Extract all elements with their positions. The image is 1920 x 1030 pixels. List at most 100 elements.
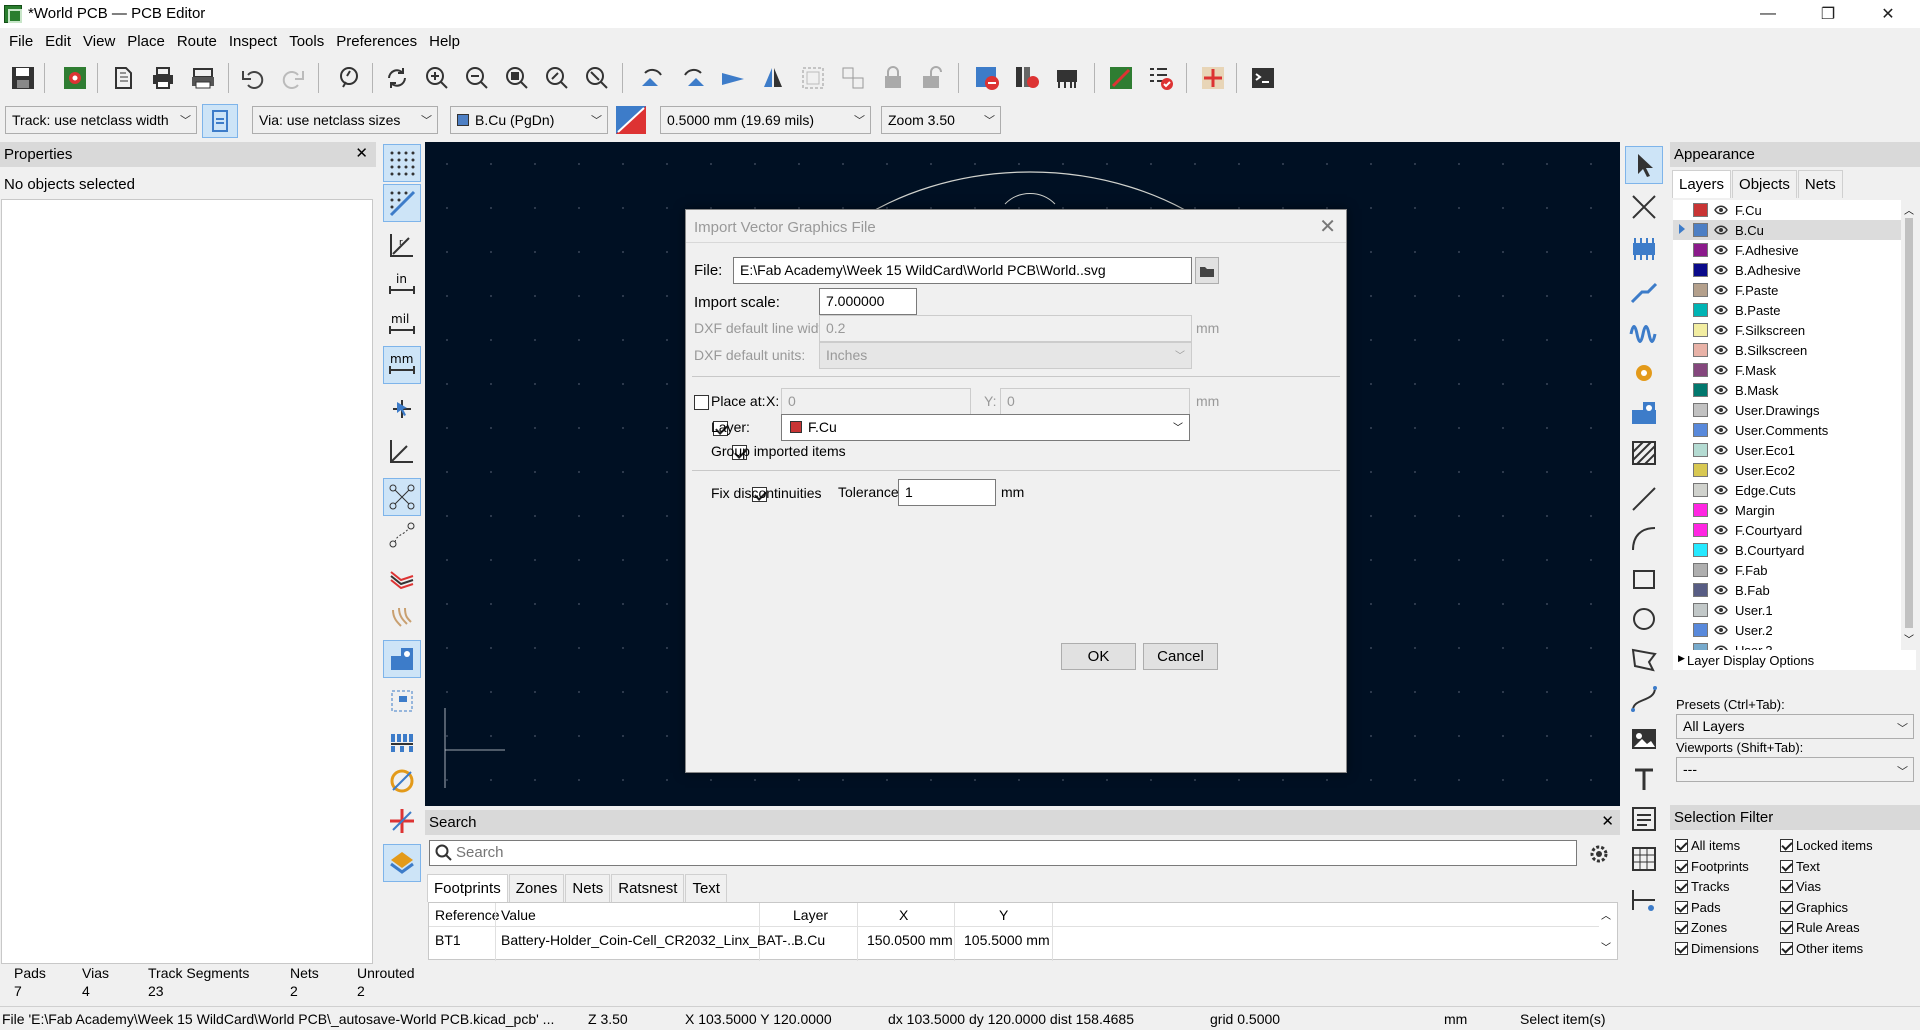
layer-row[interactable]: B.Fab [1673, 580, 1901, 600]
visibility-eye-icon[interactable] [1714, 364, 1728, 376]
visibility-eye-icon[interactable] [1714, 464, 1728, 476]
filter-item[interactable]: Text [1780, 859, 1820, 874]
cancel-button[interactable]: Cancel [1143, 643, 1218, 670]
layer-row[interactable]: B.Adhesive [1673, 260, 1901, 280]
visibility-eye-icon[interactable] [1714, 444, 1728, 456]
layer-color-swatch[interactable] [1693, 323, 1708, 337]
add-text-icon[interactable] [1625, 760, 1663, 798]
layer-color-swatch[interactable] [1693, 303, 1708, 317]
visibility-eye-icon[interactable] [1714, 324, 1728, 336]
col-value[interactable]: Value [501, 907, 536, 923]
add-dimension-icon[interactable] [1625, 880, 1663, 918]
layer-color-swatch[interactable] [1693, 403, 1708, 417]
millimeters-icon[interactable]: mm [383, 346, 421, 384]
layer-row[interactable]: F.Adhesive [1673, 240, 1901, 260]
filter-checkbox[interactable] [1675, 941, 1688, 955]
visibility-eye-icon[interactable] [1714, 564, 1728, 576]
visibility-eye-icon[interactable] [1714, 404, 1728, 416]
presets-select[interactable]: All Layers ﹀ [1676, 714, 1914, 739]
update-pcb-icon[interactable] [970, 61, 1004, 95]
local-ratsnest-icon[interactable] [1625, 188, 1663, 226]
layer-select[interactable]: B.Cu (PgDn) ﹀ [450, 106, 608, 134]
redo-icon[interactable] [276, 61, 310, 95]
layer-color-swatch[interactable] [1693, 563, 1708, 577]
draw-arc-icon[interactable] [1625, 520, 1663, 558]
pads-fill-icon[interactable] [383, 640, 421, 678]
footprint-library-icon[interactable] [1010, 61, 1044, 95]
filter-checkbox[interactable] [1675, 900, 1688, 914]
rotate-ccw-icon[interactable] [636, 61, 670, 95]
lock-icon[interactable] [876, 61, 910, 95]
menu-inspect[interactable]: Inspect [224, 30, 284, 54]
via-size-select[interactable]: Via: use netclass sizes ﹀ [252, 106, 438, 134]
maximize-button[interactable]: ❐ [1805, 0, 1851, 28]
dialog-close-button[interactable]: ✕ [1319, 214, 1336, 239]
menu-route[interactable]: Route [172, 30, 224, 54]
mirror-icon[interactable] [756, 61, 790, 95]
tab-zones[interactable]: Zones [508, 874, 565, 902]
layer-color-swatch[interactable] [1693, 483, 1708, 497]
visibility-eye-icon[interactable] [1714, 624, 1728, 636]
col-x[interactable]: X [899, 907, 908, 923]
add-image-icon[interactable] [1625, 720, 1663, 758]
layer-row[interactable]: User.Eco2 [1673, 460, 1901, 480]
unlock-icon[interactable] [916, 61, 950, 95]
tab-layers[interactable]: Layers [1672, 170, 1732, 198]
ok-button[interactable]: OK [1061, 643, 1136, 670]
search-field[interactable] [429, 840, 1577, 866]
draw-bezier-icon[interactable] [1625, 680, 1663, 718]
visibility-eye-icon[interactable] [1714, 284, 1728, 296]
tracks-outline-icon[interactable] [383, 722, 421, 760]
layer-color-swatch[interactable] [1693, 583, 1708, 597]
board-setup-icon[interactable] [58, 61, 92, 95]
search-input[interactable] [456, 844, 1556, 861]
page-settings-icon[interactable] [106, 61, 140, 95]
add-footprint-icon[interactable] [1625, 230, 1663, 268]
visibility-eye-icon[interactable] [1714, 424, 1728, 436]
layers-manager-icon[interactable] [383, 844, 421, 882]
vias-outline-icon[interactable] [383, 682, 421, 720]
layer-row[interactable]: User.Eco1 [1673, 440, 1901, 460]
layer-color-swatch[interactable] [1693, 423, 1708, 437]
zoom-in-icon[interactable] [420, 61, 454, 95]
zoom-out-icon[interactable] [460, 61, 494, 95]
tab-ratsnest[interactable]: Ratsnest [611, 874, 685, 902]
layer-row[interactable]: Edge.Cuts [1673, 480, 1901, 500]
grid-toggle-icon[interactable] [383, 144, 421, 182]
layer-color-swatch[interactable] [1693, 623, 1708, 637]
tab-objects[interactable]: Objects [1732, 170, 1797, 198]
visibility-eye-icon[interactable] [1714, 244, 1728, 256]
highlight-ratsnest-icon[interactable] [383, 558, 421, 596]
layer-row[interactable]: F.Mask [1673, 360, 1901, 380]
filter-checkbox[interactable] [1780, 921, 1793, 934]
layer-row[interactable]: B.Mask [1673, 380, 1901, 400]
layer-row[interactable]: B.Paste [1673, 300, 1901, 320]
col-layer[interactable]: Layer [793, 907, 828, 923]
tab-nets[interactable]: Nets [1797, 170, 1843, 198]
filter-item[interactable]: Rule Areas [1780, 920, 1860, 935]
route-track-icon[interactable] [1625, 272, 1663, 310]
layer-color-swatch[interactable] [1693, 243, 1708, 257]
properties-close-button[interactable]: ✕ [355, 144, 368, 162]
tune-length-icon[interactable] [1625, 312, 1663, 350]
tab-text[interactable]: Text [685, 874, 727, 902]
layer-row[interactable]: B.Silkscreen [1673, 340, 1901, 360]
menu-file[interactable]: File [4, 30, 40, 54]
visibility-eye-icon[interactable] [1714, 544, 1728, 556]
layer-color-swatch[interactable] [1693, 543, 1708, 557]
filter-checkbox[interactable] [1675, 859, 1688, 873]
zoom-objects-icon[interactable] [540, 61, 574, 95]
terminal-icon[interactable] [1246, 61, 1280, 95]
filter-item[interactable]: Tracks [1675, 879, 1730, 894]
refresh-icon[interactable] [380, 61, 414, 95]
filter-checkbox[interactable] [1780, 900, 1793, 914]
mils-icon[interactable]: mil [383, 306, 421, 344]
layer-row[interactable]: F.Paste [1673, 280, 1901, 300]
layer-color-swatch[interactable] [1693, 643, 1708, 650]
filter-checkbox[interactable] [1675, 921, 1688, 934]
visibility-eye-icon[interactable] [1714, 204, 1728, 216]
minimize-button[interactable]: — [1745, 0, 1791, 28]
import-scale-input[interactable]: 7.000000 [819, 288, 917, 315]
footprint-editor-icon[interactable] [1050, 61, 1084, 95]
cursor-shape-icon[interactable] [383, 390, 421, 428]
